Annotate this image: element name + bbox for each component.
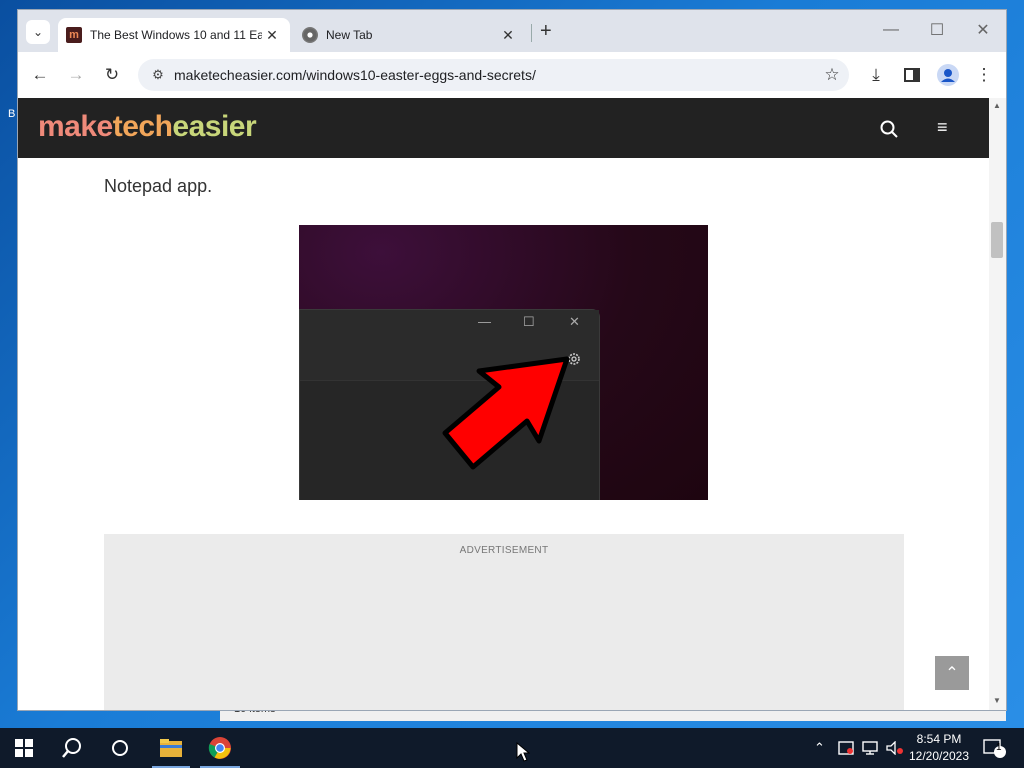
side-panel-icon[interactable] <box>900 63 924 87</box>
browser-toolbar: ← → ↻ ⚙ maketecheasier.com/windows10-eas… <box>18 52 1006 99</box>
kebab-menu-icon[interactable]: ⋮ <box>972 63 996 87</box>
red-arrow-icon <box>442 356 570 470</box>
site-info-icon[interactable]: ⚙ <box>142 67 174 83</box>
site-header: maketecheasier ≡ <box>18 98 989 158</box>
chrome-icon[interactable] <box>196 728 244 768</box>
cortana-icon[interactable] <box>96 728 144 768</box>
tab-strip: ⌄ m The Best Windows 10 and 11 Easter ✕ … <box>18 10 1006 52</box>
tab-search-button[interactable]: ⌄ <box>26 20 50 44</box>
back-to-top-button[interactable]: ⌃ <box>935 656 969 690</box>
article-image: — ☐ ✕ <box>299 225 708 500</box>
search-icon[interactable] <box>48 728 96 768</box>
web-page: maketecheasier ≡ Notepad app. — ☐ ✕ ADVE… <box>18 98 1006 710</box>
logo-part-tech: tech <box>112 110 173 143</box>
tab-separator <box>531 24 532 42</box>
maximize-icon[interactable]: ☐ <box>914 10 960 50</box>
search-icon[interactable] <box>880 120 898 143</box>
notifications-icon[interactable]: 1 <box>982 728 1008 768</box>
back-arrow-icon[interactable]: ← <box>28 63 52 87</box>
clock-date: 12/20/2023 <box>908 749 970 763</box>
chevron-down-icon: ⌄ <box>32 25 44 39</box>
scroll-down-arrow-icon[interactable]: ▼ <box>993 696 1001 705</box>
download-icon[interactable]: ⤓ <box>864 63 888 87</box>
minimize-icon[interactable]: — <box>868 10 914 50</box>
taskbar: ⌃ 8:54 PM 12/20/2023 1 <box>0 728 1024 768</box>
tab-title: The Best Windows 10 and 11 Easter <box>90 28 262 42</box>
system-clock[interactable]: 8:54 PM 12/20/2023 <box>906 731 972 765</box>
logo-part-make: make <box>38 110 113 143</box>
page-scrollbar[interactable]: ▲ ▼ <box>989 98 1006 710</box>
address-bar[interactable]: ⚙ maketecheasier.com/windows10-easter-eg… <box>138 59 849 91</box>
close-icon: ✕ <box>569 314 580 329</box>
minimize-icon: — <box>478 314 491 329</box>
mouse-cursor-icon <box>516 742 530 762</box>
url-text[interactable]: maketecheasier.com/windows10-easter-eggs… <box>174 67 815 83</box>
ad-label: ADVERTISEMENT <box>459 545 549 556</box>
chevron-up-icon: ⌃ <box>945 665 959 682</box>
tab-active[interactable]: m The Best Windows 10 and 11 Easter ✕ <box>58 18 290 52</box>
volume-muted-icon[interactable] <box>886 728 904 768</box>
site-favicon-icon: m <box>66 27 82 43</box>
maximize-icon: ☐ <box>523 314 535 329</box>
network-icon[interactable] <box>862 728 878 768</box>
article-paragraph: Notepad app. <box>104 176 213 196</box>
browser-window: ⌄ m The Best Windows 10 and 11 Easter ✕ … <box>18 10 1006 710</box>
tab-new-tab[interactable]: New Tab ✕ <box>294 18 526 52</box>
bookmark-star-icon[interactable]: ☆ <box>815 65 849 85</box>
close-window-icon[interactable]: ✕ <box>960 10 1006 50</box>
forward-arrow-icon[interactable]: → <box>64 63 88 87</box>
advertisement-block: ADVERTISEMENT <box>104 534 904 710</box>
new-tab-plus-icon[interactable]: + <box>540 20 552 43</box>
reload-icon[interactable]: ↻ <box>100 63 124 87</box>
hamburger-menu-icon[interactable]: ≡ <box>937 117 948 138</box>
chrome-favicon-icon <box>302 27 318 43</box>
profile-avatar-icon[interactable] <box>936 63 960 87</box>
clock-time: 8:54 PM <box>916 732 962 746</box>
window-controls: — ☐ ✕ <box>868 10 1006 50</box>
site-logo[interactable]: maketecheasier <box>38 110 257 144</box>
tab-title: New Tab <box>326 28 373 42</box>
notification-count: 1 <box>996 742 1002 753</box>
tab-close-icon[interactable]: ✕ <box>498 27 518 44</box>
windows-start-icon[interactable] <box>0 728 48 768</box>
scroll-up-arrow-icon[interactable]: ▲ <box>993 101 1001 110</box>
show-hidden-icons-chevron-icon[interactable]: ⌃ <box>814 728 825 768</box>
security-icon[interactable] <box>838 728 854 768</box>
desktop-icon-partial[interactable]: B <box>8 108 18 168</box>
logo-part-easier: easier <box>172 110 257 143</box>
scroll-thumb[interactable] <box>991 222 1003 258</box>
tab-close-icon[interactable]: ✕ <box>262 27 282 44</box>
file-explorer-icon[interactable] <box>148 728 194 768</box>
